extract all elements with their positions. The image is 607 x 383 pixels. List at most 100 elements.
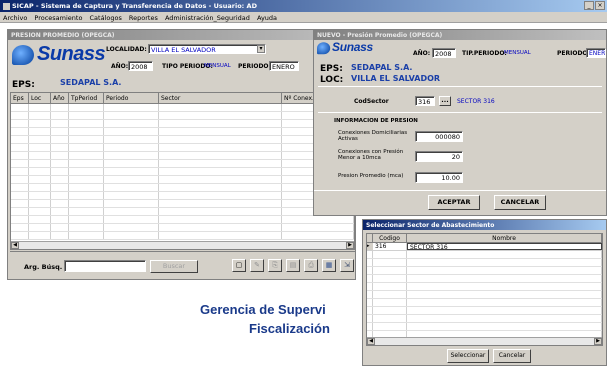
app-window-controls: _ × — [584, 1, 605, 10]
col-eps[interactable]: Eps — [11, 93, 29, 103]
localidad-value: VILLA EL SALVADOR — [151, 46, 216, 54]
cod-sector-field[interactable]: 316 — [415, 96, 435, 106]
nuevo-eps-value: SEDAPAL S.A. — [351, 63, 413, 72]
sector-empty-row — [367, 299, 602, 307]
nuevo-sunass-logo: Sunass — [317, 41, 373, 55]
grid-empty-row — [11, 128, 354, 136]
col-tpperiod[interactable]: TpPeriod — [69, 93, 104, 103]
new-document-icon[interactable]: ▢ — [232, 259, 246, 272]
sector-empty-row — [367, 291, 602, 299]
nuevo-tip-periodo-value: MENSUAL — [504, 50, 531, 56]
grid-empty-row — [11, 104, 354, 112]
grid-empty-row — [11, 144, 354, 152]
scroll-right-icon[interactable]: ▶ — [346, 242, 354, 249]
edit-icon[interactable]: ✎ — [250, 259, 264, 272]
list-toolbar: ▢ ✎ ⎘ ▤ ⎙ ▦ ⇲ — [232, 259, 354, 272]
delete-icon[interactable]: ▤ — [286, 259, 300, 272]
minimize-button[interactable]: _ — [584, 1, 594, 10]
export-icon[interactable]: ▦ — [322, 259, 336, 272]
grid-empty-row — [11, 136, 354, 144]
sector-grid[interactable]: Codigo Nombre ▸ 316 SECTOR 316 ◀ ▶ — [366, 233, 603, 346]
periodo-field[interactable]: ENERO — [269, 61, 299, 71]
col-loc[interactable]: Loc — [29, 93, 51, 103]
localidad-select[interactable]: VILLA EL SALVADOR — [148, 44, 266, 54]
menu-reportes[interactable]: Reportes — [129, 14, 158, 22]
chevron-down-icon[interactable]: ▾ — [257, 45, 265, 53]
aceptar-button[interactable]: ACEPTAR — [428, 195, 480, 210]
sector-cancelar-button[interactable]: Cancelar — [493, 349, 531, 363]
nuevo-anio-label: AÑO: — [413, 50, 431, 57]
horizontal-scrollbar[interactable]: ◀ ▶ — [11, 241, 354, 249]
col-sector[interactable]: Sector — [159, 93, 282, 103]
menu-catalogos[interactable]: Catálogos — [90, 14, 122, 22]
cod-sector-label: CodSector — [354, 98, 389, 105]
grid-empty-row — [11, 232, 354, 240]
nuevo-periodo-field[interactable]: ENERO — [586, 48, 606, 58]
sector-hscrollbar[interactable]: ◀ ▶ — [367, 337, 602, 345]
anio-field[interactable]: 2008 — [128, 61, 153, 71]
sunass-drop-icon — [12, 44, 34, 65]
search-button[interactable]: Buscar — [150, 260, 198, 273]
copy-icon[interactable]: ⎘ — [268, 259, 282, 272]
menu-administracion[interactable]: Administración_Seguridad — [165, 14, 250, 22]
grid-body — [11, 104, 354, 240]
sector-scroll-right-icon[interactable]: ▶ — [594, 338, 602, 345]
sector-empty-row — [367, 275, 602, 283]
grid-empty-row — [11, 152, 354, 160]
periodo-label: PERIODO: — [238, 63, 271, 70]
print-icon[interactable]: ⎙ — [304, 259, 318, 272]
sector-name: SECTOR 316 — [457, 98, 495, 105]
nuevo-anio-field[interactable]: 2008 — [432, 48, 456, 58]
tipo-periodo-value: MENSUAL — [204, 63, 231, 69]
nuevo-sunass-drop-icon — [317, 41, 331, 54]
col-nombre[interactable]: Nombre — [407, 234, 602, 242]
nuevo-loc-label: LOC: — [320, 75, 344, 85]
col-codigo[interactable]: Codigo — [373, 234, 407, 242]
exit-icon[interactable]: ⇲ — [340, 259, 354, 272]
nuevo-loc-value: VILLA EL SALVADOR — [351, 74, 441, 83]
app-title: SICAP - Sistema de Captura y Transferenc… — [12, 2, 257, 10]
col-anio[interactable]: Año — [51, 93, 69, 103]
grid-empty-row — [11, 224, 354, 232]
sunass-logo: Sunass — [12, 43, 106, 66]
info-section-title: INFORMACION DE PRESION — [334, 118, 418, 124]
nuevo-presion-window: NUEVO - Presión Promedio (OPEGCA) Sunass… — [313, 29, 607, 216]
sector-lookup-button[interactable]: ... — [439, 96, 451, 106]
nuevo-eps-label: EPS: — [320, 64, 343, 74]
grid-empty-row — [11, 112, 354, 120]
grid-empty-row — [11, 200, 354, 208]
anio-label: AÑO: — [111, 63, 129, 70]
nuevo-logo-text: Sunass — [332, 41, 373, 55]
eps-value: SEDAPAL S.A. — [60, 78, 122, 87]
background-heading-2: Fiscalización — [249, 321, 330, 336]
sector-grid-body — [367, 251, 602, 339]
seleccionar-button[interactable]: Seleccionar — [447, 349, 489, 363]
nuevo-tip-periodo-label: TIP.PERIODO: — [462, 50, 507, 57]
presion-grid[interactable]: Eps Loc Año TpPeriod Periodo Sector Nº C… — [10, 92, 355, 250]
grid-empty-row — [11, 208, 354, 216]
list-window-title: PRESION PROMEDIO (OPEGCA) — [8, 30, 355, 40]
cancelar-button[interactable]: CANCELAR — [494, 195, 546, 210]
grid-empty-row — [11, 120, 354, 128]
menu-archivo[interactable]: Archivo — [3, 14, 27, 22]
sector-empty-row — [367, 315, 602, 323]
localidad-label: LOCALIDAD: — [106, 46, 147, 53]
conexiones-field[interactable]: 000080 — [415, 131, 463, 142]
sector-scroll-left-icon[interactable]: ◀ — [367, 338, 375, 345]
scroll-left-icon[interactable]: ◀ — [11, 242, 19, 249]
search-input[interactable] — [64, 260, 146, 272]
presion-prom-label: Presion Promedio (mca) — [338, 173, 404, 179]
menu-ayuda[interactable]: Ayuda — [257, 14, 277, 22]
buttons-separator — [314, 190, 606, 191]
close-button[interactable]: × — [595, 1, 605, 10]
sector-empty-row — [367, 283, 602, 291]
sector-empty-row — [367, 259, 602, 267]
menu-procesamiento[interactable]: Procesamiento — [34, 14, 82, 22]
col-periodo[interactable]: Periodo — [104, 93, 159, 103]
sector-row[interactable]: ▸ 316 SECTOR 316 — [367, 243, 602, 251]
menu-bar: Archivo Procesamiento Catálogos Reportes… — [0, 12, 607, 23]
presion-prom-field[interactable]: 10.00 — [415, 172, 463, 183]
eps-label: EPS: — [12, 80, 35, 90]
nuevo-separator — [318, 86, 602, 87]
presion-menor-field[interactable]: 20 — [415, 151, 463, 162]
